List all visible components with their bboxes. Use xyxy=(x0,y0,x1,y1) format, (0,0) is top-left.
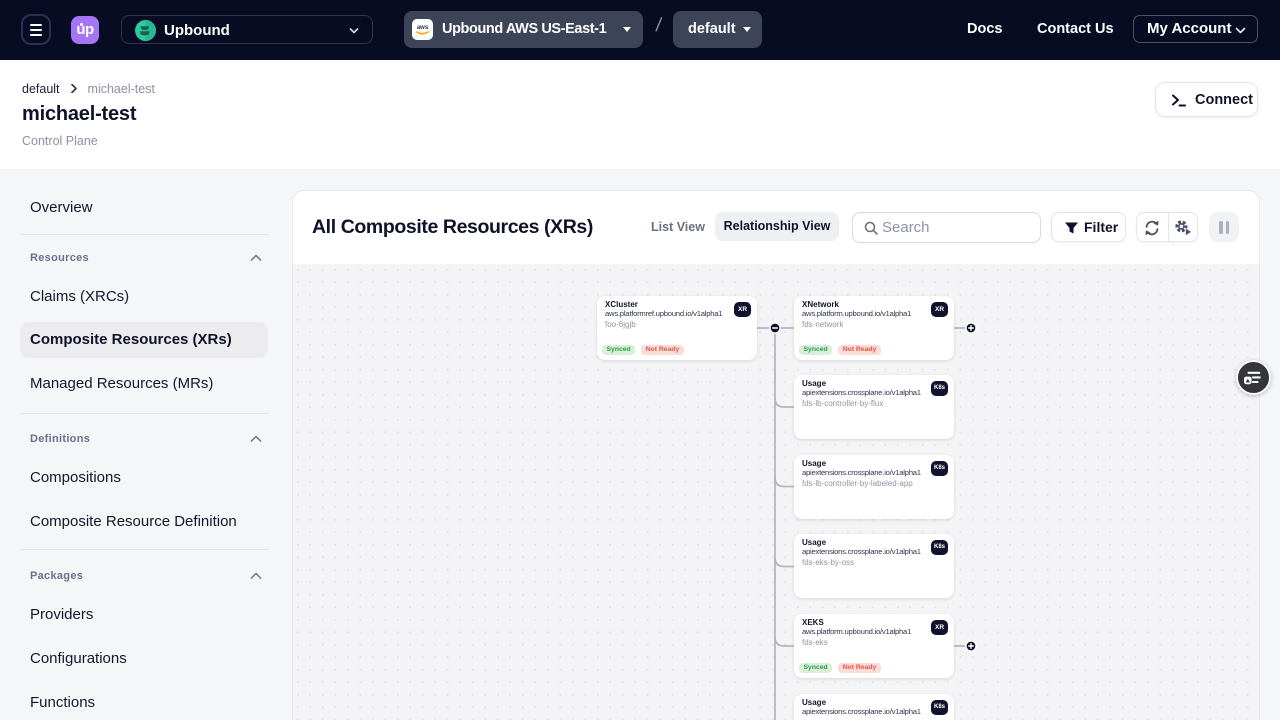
svg-text:aws: aws xyxy=(417,25,429,31)
